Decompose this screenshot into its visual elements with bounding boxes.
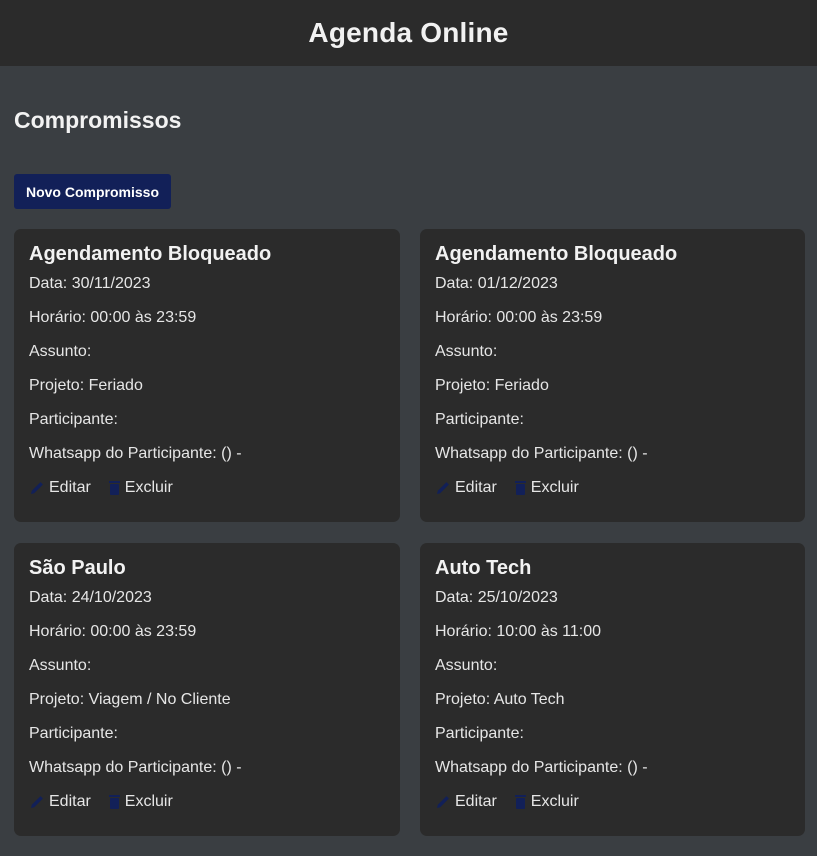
appointment-card: São Paulo Data: 24/10/2023 Horário: 00:0… [14,543,400,836]
card-subject: Assunto: [29,343,92,360]
trash-icon [514,795,526,809]
card-time: Horário: 00:00 às 23:59 [435,309,603,326]
edit-link[interactable]: Editar [29,793,91,811]
delete-label: Excluir [124,793,173,810]
delete-label: Excluir [530,479,579,496]
edit-link[interactable]: Editar [435,793,497,811]
card-actions: Editar Excluir [29,471,385,505]
card-date: Data: 24/10/2023 [29,589,152,606]
card-actions: Editar Excluir [435,471,790,505]
delete-label: Excluir [530,793,579,810]
appointment-card: Auto Tech Data: 25/10/2023 Horário: 10:0… [420,543,805,836]
card-project: Projeto: Viagem / No Cliente [29,691,231,708]
trash-icon [108,795,120,809]
top-bar: Agenda Online [0,0,817,66]
page-title: Compromissos [14,107,182,133]
edit-label: Editar [49,479,91,496]
new-appointment-button[interactable]: Novo Compromisso [14,174,171,209]
edit-label: Editar [455,793,497,810]
card-title: Agendamento Bloqueado [435,243,678,265]
card-actions: Editar Excluir [435,785,790,819]
delete-link[interactable]: Excluir [514,479,579,497]
card-project: Projeto: Feriado [435,377,549,394]
card-project: Projeto: Feriado [29,377,143,394]
card-date: Data: 01/12/2023 [435,275,558,292]
app-title: Agenda Online [308,17,509,48]
appointment-card: Agendamento Bloqueado Data: 01/12/2023 H… [420,229,805,522]
pencil-icon [437,482,449,494]
card-date: Data: 25/10/2023 [435,589,558,606]
card-time: Horário: 00:00 às 23:59 [29,623,197,640]
card-title: São Paulo [29,557,126,579]
edit-link[interactable]: Editar [29,479,91,497]
main-content: Compromissos Novo Compromisso Agendament… [0,108,817,836]
delete-link[interactable]: Excluir [108,793,173,811]
edit-label: Editar [49,793,91,810]
pencil-icon [31,796,43,808]
card-time: Horário: 00:00 às 23:59 [29,309,197,326]
card-participant: Participante: [29,725,118,742]
pencil-icon [437,796,449,808]
delete-link[interactable]: Excluir [108,479,173,497]
card-participant: Participante: [435,725,524,742]
card-subject: Assunto: [435,343,498,360]
edit-label: Editar [455,479,497,496]
card-title: Agendamento Bloqueado [29,243,272,265]
card-whatsapp: Whatsapp do Participante: () - [29,445,242,462]
card-subject: Assunto: [29,657,92,674]
card-participant: Participante: [29,411,118,428]
card-date: Data: 30/11/2023 [29,275,151,292]
trash-icon [514,481,526,495]
appointment-card: Agendamento Bloqueado Data: 30/11/2023 H… [14,229,400,522]
card-participant: Participante: [435,411,524,428]
card-subject: Assunto: [435,657,498,674]
delete-link[interactable]: Excluir [514,793,579,811]
trash-icon [108,481,120,495]
card-title: Auto Tech [435,557,532,579]
delete-label: Excluir [124,479,173,496]
appointments-grid: Agendamento Bloqueado Data: 30/11/2023 H… [14,229,805,836]
card-whatsapp: Whatsapp do Participante: () - [435,445,648,462]
pencil-icon [31,482,43,494]
card-actions: Editar Excluir [29,785,385,819]
card-whatsapp: Whatsapp do Participante: () - [435,759,648,776]
card-whatsapp: Whatsapp do Participante: () - [29,759,242,776]
card-time: Horário: 10:00 às 11:00 [435,623,602,640]
card-project: Projeto: Auto Tech [435,691,565,708]
edit-link[interactable]: Editar [435,479,497,497]
